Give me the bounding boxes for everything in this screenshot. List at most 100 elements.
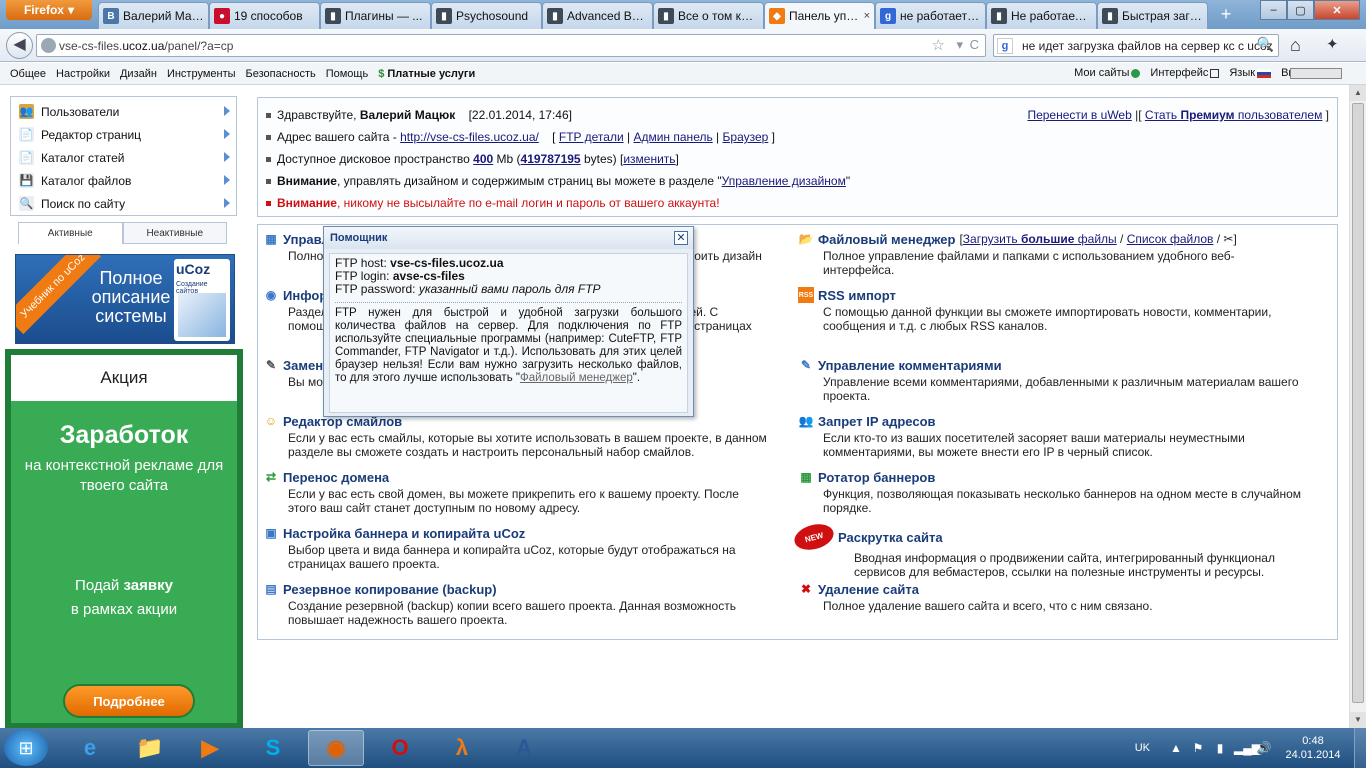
skype-icon[interactable]: S: [245, 730, 301, 766]
logo-box-image: [178, 293, 226, 337]
disk-bytes-unit: bytes: [583, 152, 613, 166]
opera-icon[interactable]: O: [372, 730, 428, 766]
ftp-details-link[interactable]: FTP детали: [559, 130, 624, 144]
flag-icon[interactable]: ⚑: [1190, 741, 1206, 755]
browser-link[interactable]: Браузер: [723, 130, 769, 144]
browser-tab[interactable]: ▮ Быстрая загр...: [1097, 2, 1208, 29]
feature-title[interactable]: ✖ Удаление сайта: [798, 581, 1318, 597]
explorer-icon[interactable]: 📁: [122, 730, 178, 766]
scissors-icon[interactable]: ✂: [1223, 232, 1233, 246]
scroll-down-icon[interactable]: ▼: [1350, 712, 1366, 728]
menu-general[interactable]: Общее: [10, 68, 46, 80]
address-bar[interactable]: vse-cs-files. ucoz.ua/panel/?a=cp ☆ ▾ C: [36, 34, 986, 57]
feature-title[interactable]: RSS RSS импорт: [798, 287, 1318, 303]
menu-help[interactable]: Помощь: [326, 68, 369, 80]
scrollbar-thumb[interactable]: [1352, 103, 1364, 703]
interface-link[interactable]: Интерфейс: [1150, 67, 1220, 79]
file-manager-link[interactable]: Файловый менеджер: [520, 372, 633, 384]
design-management-link[interactable]: Управление дизайном: [722, 174, 846, 188]
browser-tab[interactable]: В Валерий Мацюк: [98, 2, 209, 29]
menu-settings[interactable]: Настройки: [56, 68, 110, 80]
my-sites-link[interactable]: Мои сайты: [1074, 67, 1141, 79]
sidebar-item[interactable]: 📄 Редактор страниц: [11, 123, 236, 146]
width-slider[interactable]: [1290, 68, 1342, 79]
menu-security[interactable]: Безопасность: [246, 68, 316, 80]
google-icon[interactable]: g: [997, 38, 1013, 54]
browser-tab[interactable]: ▮ Не работает ...: [986, 2, 1097, 29]
promo-more-button[interactable]: Подробнее: [63, 684, 195, 718]
ie-icon[interactable]: e: [62, 730, 118, 766]
menu-design[interactable]: Дизайн: [120, 68, 157, 80]
new-tab-button[interactable]: +: [1215, 4, 1237, 26]
home-icon[interactable]: ⌂: [1290, 35, 1301, 56]
feature-title[interactable]: ▤ Резервное копирование (backup): [263, 581, 783, 597]
reload-icon[interactable]: C: [970, 37, 979, 52]
show-desktop-button[interactable]: [1354, 728, 1366, 768]
search-box[interactable]: g не идет загрузка файлов на сервер кс с…: [993, 34, 1279, 57]
browser-tab[interactable]: ● 19 способов: [209, 2, 320, 29]
become-premium-link[interactable]: Стать Премиум пользователем: [1145, 108, 1322, 122]
clock[interactable]: 0:48 24.01.2014: [1278, 734, 1348, 762]
tab-inactive-modules[interactable]: Неактивные: [122, 222, 227, 244]
feature-title[interactable]: 👥 Запрет IP адресов: [798, 413, 1318, 429]
banner-text: Полное описание системы: [91, 268, 171, 326]
history-dropdown-icon[interactable]: ▾: [956, 37, 963, 53]
file-list-link[interactable]: Список файлов: [1127, 232, 1214, 246]
change-disk-link[interactable]: изменить: [623, 152, 675, 166]
browser-tab[interactable]: ▮ Psychosound: [431, 2, 542, 29]
close-window-button[interactable]: ✕: [1314, 0, 1360, 20]
menu-paid-services[interactable]: $ Платные услуги: [378, 68, 475, 80]
search-icon[interactable]: 🔍: [1257, 36, 1274, 53]
firefox-icon[interactable]: ◉: [308, 730, 364, 766]
firefox-menu-button[interactable]: Firefox ▾: [6, 0, 92, 20]
ucoz-tutorial-banner[interactable]: Учебник по uCoz Полное описание системы …: [15, 254, 235, 344]
attention-design-line: Внимание, управлять дизайном и содержимы…: [266, 174, 850, 188]
disk-mb[interactable]: 400: [473, 152, 493, 166]
greeting-line: Здравствуйте, Валерий Мацюк [22.01.2014,…: [266, 108, 572, 122]
language-link[interactable]: Язык: [1229, 67, 1272, 79]
half-life-icon[interactable]: λ: [434, 730, 490, 766]
admin-panel-link[interactable]: Админ панель: [633, 130, 712, 144]
feature-title[interactable]: ▦ Ротатор баннеров: [798, 469, 1318, 485]
feature-title[interactable]: ▣ Настройка баннера и копирайта uCoz: [263, 525, 783, 541]
language-indicator[interactable]: UK: [1135, 742, 1150, 754]
feature-title[interactable]: ✎ Управление комментариями: [798, 357, 1318, 373]
tab-label: Advanced Ba...: [567, 9, 648, 23]
menu-tools[interactable]: Инструменты: [167, 68, 236, 80]
feature-item: NEW Раскрутка сайта Вводная информация о п…: [791, 520, 1318, 579]
feature-title[interactable]: ⇄ Перенос домена: [263, 469, 783, 485]
close-icon[interactable]: ✕: [674, 231, 688, 245]
scroll-up-icon[interactable]: ▲: [1350, 85, 1366, 101]
ftp-login-label: FTP login:: [335, 269, 390, 283]
close-tab-icon[interactable]: ×: [864, 10, 870, 22]
volume-icon[interactable]: 🔊: [1256, 741, 1272, 755]
maximize-button[interactable]: ▢: [1287, 0, 1314, 20]
upload-large-files-link[interactable]: Загрузить большие файлы: [963, 232, 1117, 246]
up-arrow-icon[interactable]: ▲: [1168, 741, 1184, 755]
word-icon[interactable]: A: [496, 730, 552, 766]
browser-tab[interactable]: ◆ Панель упр... ×: [764, 2, 875, 29]
feature-title[interactable]: 📂 Файловый менеджер [Загрузить большие фай…: [798, 231, 1318, 247]
signal-icon[interactable]: ▂▄▆: [1234, 741, 1261, 755]
feature-title[interactable]: NEW Раскрутка сайта: [791, 520, 1318, 554]
move-to-uweb-link[interactable]: Перенести в uWeb: [1027, 108, 1131, 122]
media-player-icon[interactable]: ▶: [182, 730, 238, 766]
browser-tab[interactable]: g не работает б...: [875, 2, 986, 29]
minimize-button[interactable]: –: [1260, 0, 1287, 20]
sidebar-item[interactable]: 🔍 Поиск по сайту: [11, 192, 236, 215]
sidebar-item[interactable]: 📄 Каталог статей: [11, 146, 236, 169]
disk-bytes[interactable]: 419787195: [521, 152, 581, 166]
sidebar-item[interactable]: 👥 Пользователи: [11, 100, 236, 123]
browser-tab[interactable]: ▮ Advanced Ba...: [542, 2, 653, 29]
start-button[interactable]: ⊞: [4, 730, 48, 766]
page-scrollbar[interactable]: ▲ ▼: [1349, 85, 1366, 728]
bookmark-star-icon[interactable]: ☆: [932, 36, 945, 54]
tab-active-modules[interactable]: Активные: [18, 222, 123, 244]
site-url-link[interactable]: http://vse-cs-files.ucoz.ua/: [400, 130, 539, 144]
sidebar-item[interactable]: 💾 Каталог файлов: [11, 169, 236, 192]
browser-tab[interactable]: ▮ Плагины — ...: [320, 2, 431, 29]
bookmarks-menu-icon[interactable]: ✦: [1326, 35, 1339, 53]
browser-tab[interactable]: ▮ Все о том как...: [653, 2, 764, 29]
network-icon[interactable]: ▮: [1212, 741, 1228, 755]
back-button[interactable]: ◀: [6, 32, 33, 59]
